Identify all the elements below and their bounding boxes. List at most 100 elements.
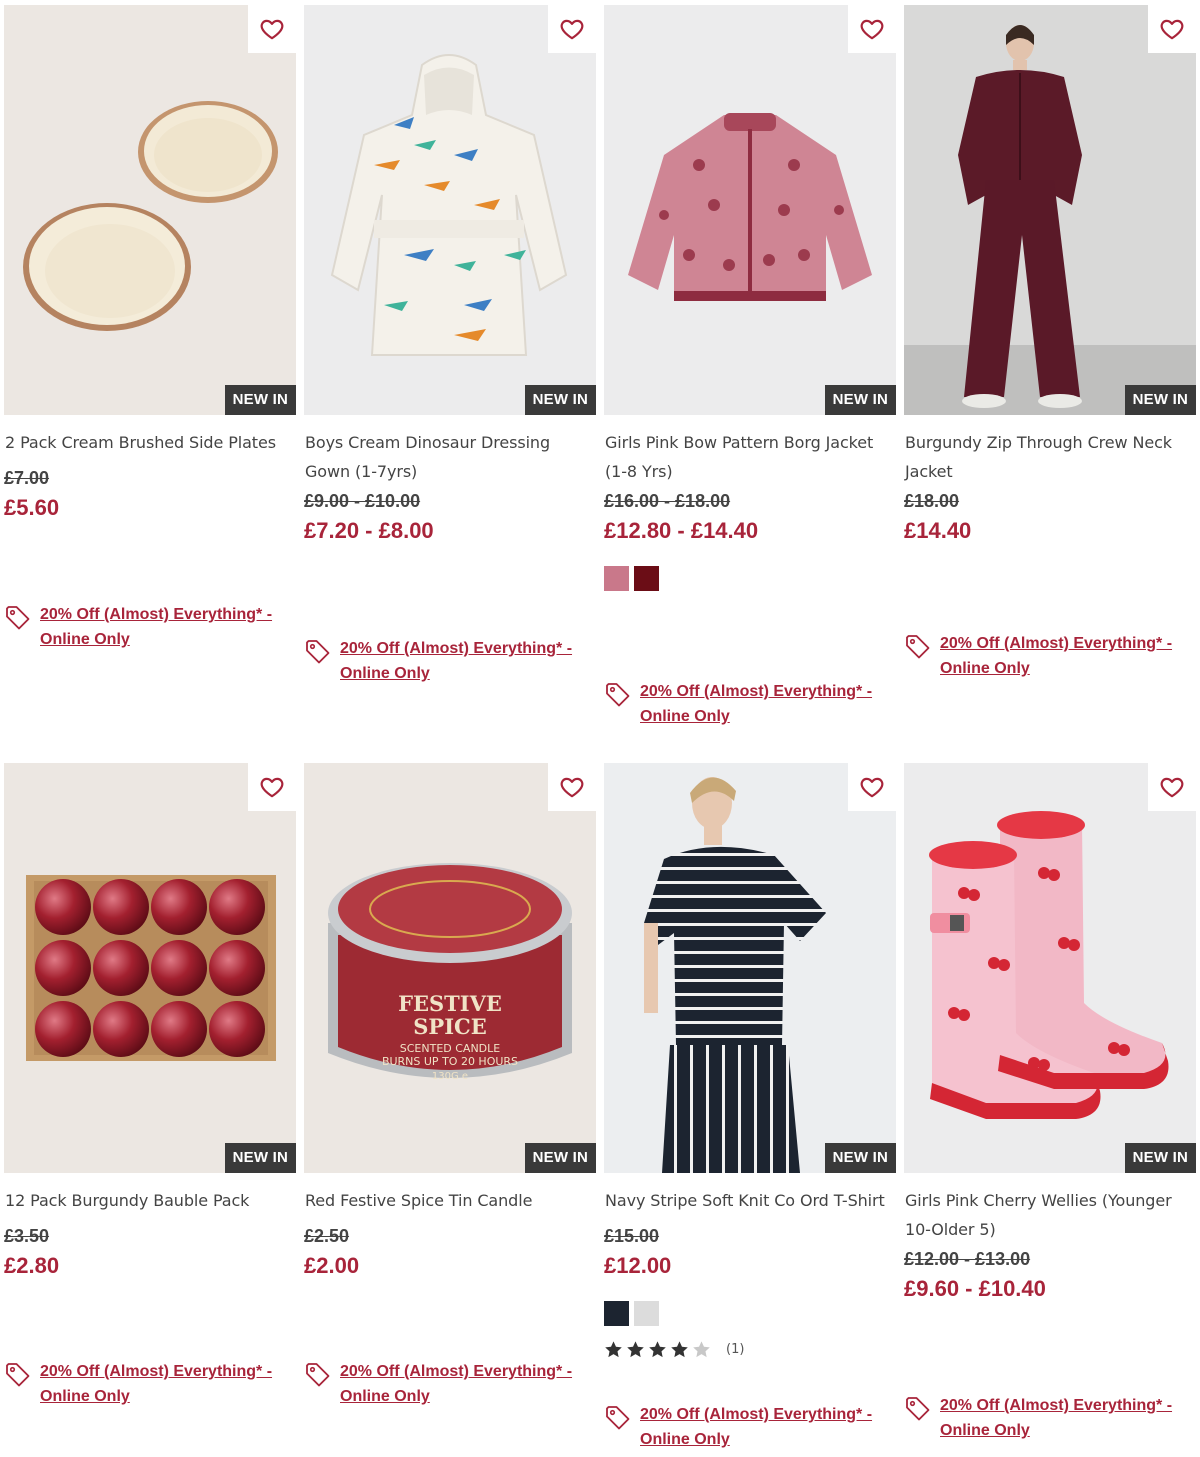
product-card[interactable]: NEW IN 2 Pack Cream Brushed Side Plates … [4, 5, 296, 521]
was-price: £16.00 - £18.00 [604, 491, 731, 511]
now-price: £12.80 - £14.40 [604, 518, 759, 543]
product-image[interactable]: NEW IN [904, 763, 1196, 1173]
candle-label-line1: FESTIVE [398, 991, 502, 1016]
product-card[interactable]: NEW IN Navy Stripe Soft Knit Co Ord T-Sh… [604, 763, 896, 1359]
new-in-badge: NEW IN [524, 385, 596, 415]
product-image[interactable]: NEW IN [904, 5, 1196, 415]
product-image[interactable]: NEW IN [304, 5, 596, 415]
plates-image [23, 101, 278, 331]
was-price: £2.50 [304, 1226, 350, 1246]
product-card[interactable]: NEW IN Boys Cream Dinosaur Dressing Gown… [304, 5, 596, 544]
product-title[interactable]: 12 Pack Burgundy Bauble Pack [4, 1186, 296, 1215]
product-card[interactable]: NEW IN Girls Pink Cherry Wellies (Younge… [904, 763, 1196, 1302]
promo-link-line1[interactable]: 20% Off (Almost) Everything* - [340, 1359, 572, 1384]
promo-link-line1[interactable]: 20% Off (Almost) Everything* - [640, 1402, 872, 1427]
wishlist-button[interactable] [548, 5, 596, 53]
now-price: £14.40 [904, 518, 972, 543]
tag-icon [904, 633, 932, 661]
swatch-grey[interactable] [634, 1301, 659, 1326]
promo-link-line2[interactable]: Online Only [940, 1418, 1172, 1443]
product-image[interactable]: NEW IN [604, 763, 896, 1173]
new-in-badge: NEW IN [224, 1143, 296, 1173]
heart-icon [559, 16, 585, 42]
new-in-badge: NEW IN [824, 1143, 896, 1173]
wishlist-button[interactable] [1148, 763, 1196, 811]
rating[interactable]: (1) [604, 1340, 896, 1359]
dressing-gown-image [330, 54, 568, 356]
star-icon [604, 1340, 623, 1359]
was-price: £7.00 [4, 468, 50, 488]
now-price: £2.80 [4, 1253, 60, 1278]
promo-link-line1[interactable]: 20% Off (Almost) Everything* - [940, 1393, 1172, 1418]
product-title[interactable]: 2 Pack Cream Brushed Side Plates [4, 428, 296, 457]
product-card[interactable]: FESTIVE SPICE SCENTED CANDLE BURNS UP TO… [304, 763, 596, 1279]
product-title[interactable]: Burgundy Zip Through Crew Neck Jacket [904, 428, 1196, 486]
product-title[interactable]: Girls Pink Bow Pattern Borg Jacket (1-8 … [604, 428, 896, 486]
product-card[interactable]: NEW IN Burgundy Zip Through Crew Neck Ja… [904, 5, 1196, 544]
was-price: £9.00 - £10.00 [304, 491, 421, 511]
candle-label-line5: 130G e [432, 1071, 468, 1082]
tag-icon [304, 638, 332, 666]
swatch-pink[interactable] [604, 566, 629, 591]
now-price: £12.00 [604, 1253, 672, 1278]
promo-link-line1[interactable]: 20% Off (Almost) Everything* - [940, 631, 1172, 656]
product-image[interactable]: NEW IN [4, 5, 296, 415]
wishlist-button[interactable] [248, 5, 296, 53]
swatch-navy[interactable] [604, 1301, 629, 1326]
tag-icon [4, 604, 32, 632]
heart-icon [1159, 16, 1185, 42]
product-card[interactable]: NEW IN Girls Pink Bow Pattern Borg Jacke… [604, 5, 896, 591]
promo-link-line2[interactable]: Online Only [40, 627, 272, 652]
borg-jacket-image [628, 113, 872, 301]
promo-link-line2[interactable]: Online Only [40, 1384, 272, 1409]
promo-link-line1[interactable]: 20% Off (Almost) Everything* - [40, 602, 272, 627]
tag-icon [304, 1361, 332, 1389]
promo-offer[interactable]: 20% Off (Almost) Everything* - Online On… [4, 602, 272, 652]
candle-label-line3: SCENTED CANDLE [400, 1042, 501, 1055]
product-title[interactable]: Boys Cream Dinosaur Dressing Gown (1-7yr… [304, 428, 596, 486]
wishlist-button[interactable] [248, 763, 296, 811]
product-image[interactable]: FESTIVE SPICE SCENTED CANDLE BURNS UP TO… [304, 763, 596, 1173]
promo-link-line2[interactable]: Online Only [940, 656, 1172, 681]
promo-offer[interactable]: 20% Off (Almost) Everything* - Online On… [304, 1359, 572, 1409]
wishlist-button[interactable] [848, 763, 896, 811]
heart-icon [859, 774, 885, 800]
new-in-badge: NEW IN [1124, 385, 1196, 415]
product-title[interactable]: Girls Pink Cherry Wellies (Younger 10-Ol… [904, 1186, 1196, 1244]
promo-link-line2[interactable]: Online Only [340, 661, 572, 686]
baubles-image [26, 875, 276, 1061]
promo-link-line2[interactable]: Online Only [640, 704, 872, 729]
product-card[interactable]: NEW IN 12 Pack Burgundy Bauble Pack £3.5… [4, 763, 296, 1279]
promo-link-line2[interactable]: Online Only [640, 1427, 872, 1452]
wishlist-button[interactable] [548, 763, 596, 811]
new-in-badge: NEW IN [1124, 1143, 1196, 1173]
star-icon [648, 1340, 667, 1359]
promo-link-line1[interactable]: 20% Off (Almost) Everything* - [40, 1359, 272, 1384]
product-image[interactable]: NEW IN [4, 763, 296, 1173]
new-in-badge: NEW IN [824, 385, 896, 415]
promo-offer[interactable]: 20% Off (Almost) Everything* - Online On… [604, 1402, 872, 1452]
product-title[interactable]: Navy Stripe Soft Knit Co Ord T-Shirt [604, 1186, 896, 1215]
star-icon [626, 1340, 645, 1359]
wishlist-button[interactable] [848, 5, 896, 53]
was-price: £15.00 [604, 1226, 660, 1246]
promo-offer[interactable]: 20% Off (Almost) Everything* - Online On… [4, 1359, 272, 1409]
heart-icon [1159, 774, 1185, 800]
now-price: £9.60 - £10.40 [904, 1276, 1046, 1301]
wishlist-button[interactable] [1148, 5, 1196, 53]
promo-offer[interactable]: 20% Off (Almost) Everything* - Online On… [304, 636, 572, 686]
product-title[interactable]: Red Festive Spice Tin Candle [304, 1186, 596, 1215]
now-price: £5.60 [4, 495, 60, 520]
product-image[interactable]: NEW IN [604, 5, 896, 415]
promo-link-line2[interactable]: Online Only [340, 1384, 572, 1409]
heart-icon [259, 774, 285, 800]
wellies-image [929, 811, 1169, 1119]
promo-offer[interactable]: 20% Off (Almost) Everything* - Online On… [904, 631, 1172, 681]
swatch-burgundy[interactable] [634, 566, 659, 591]
promo-offer[interactable]: 20% Off (Almost) Everything* - Online On… [604, 679, 872, 729]
promo-link-line1[interactable]: 20% Off (Almost) Everything* - [640, 679, 872, 704]
promo-offer[interactable]: 20% Off (Almost) Everything* - Online On… [904, 1393, 1172, 1443]
promo-link-line1[interactable]: 20% Off (Almost) Everything* - [340, 636, 572, 661]
rating-count: (1) [726, 1342, 745, 1357]
tag-icon [604, 681, 632, 709]
